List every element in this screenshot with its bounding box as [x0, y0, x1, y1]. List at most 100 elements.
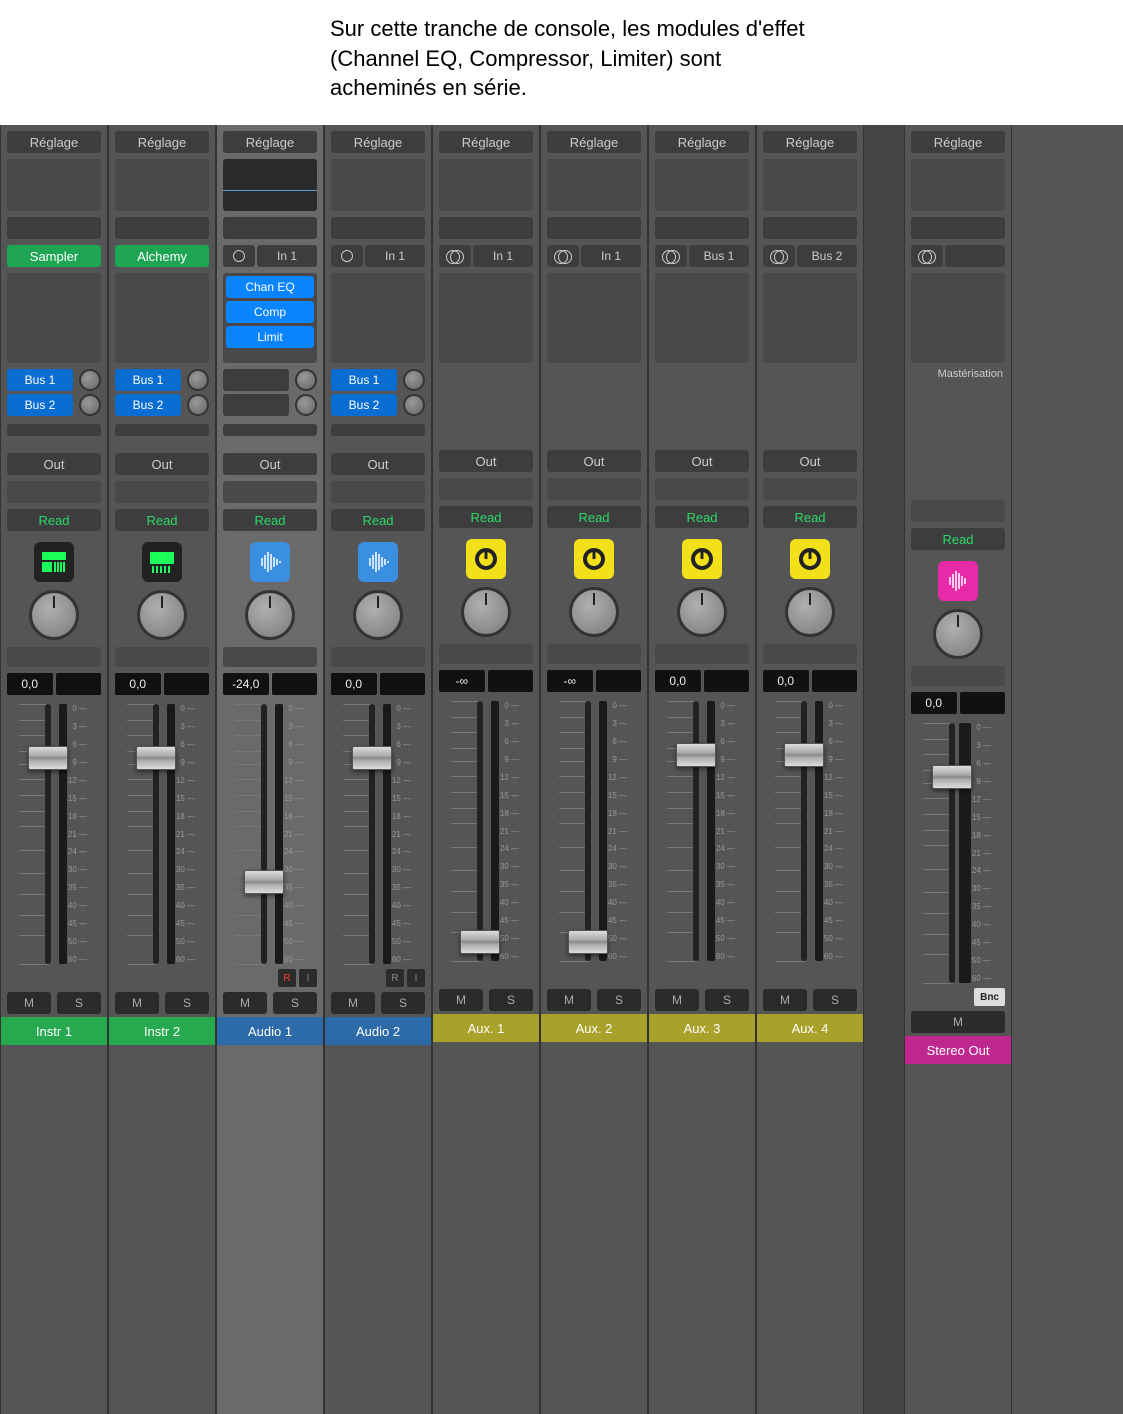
track-icon[interactable] [790, 539, 830, 579]
peak-value[interactable] [960, 692, 1006, 714]
setting-button[interactable]: Réglage [223, 131, 317, 153]
automation-mode[interactable]: Read [655, 506, 749, 528]
volume-value[interactable]: -∞ [547, 670, 593, 692]
inserts-area[interactable] [7, 273, 101, 363]
mute-button[interactable]: M [115, 992, 159, 1014]
inserts-area[interactable] [439, 273, 533, 363]
output-slot[interactable]: Out [547, 450, 641, 472]
track-name[interactable]: Aux. 2 [541, 1014, 647, 1042]
mute-button[interactable]: M [655, 989, 699, 1011]
gain-slot[interactable] [911, 217, 1005, 239]
track-icon[interactable] [358, 542, 398, 582]
mute-button[interactable]: M [547, 989, 591, 1011]
eq-thumbnail[interactable] [911, 159, 1005, 211]
setting-button[interactable]: Réglage [439, 131, 533, 153]
pan-knob[interactable] [29, 590, 79, 640]
mute-button[interactable]: M [439, 989, 483, 1011]
gain-slot[interactable] [331, 217, 425, 239]
gain-slot[interactable] [439, 217, 533, 239]
track-name[interactable]: Aux. 3 [649, 1014, 755, 1042]
track-name[interactable]: Aux. 4 [757, 1014, 863, 1042]
group-slot[interactable] [439, 478, 533, 500]
inserts-area[interactable] [655, 273, 749, 363]
output-slot[interactable]: Out [439, 450, 533, 472]
send-knob[interactable] [295, 394, 317, 416]
eq-thumbnail[interactable] [439, 159, 533, 211]
input-slot[interactable]: Bus 1 [689, 245, 749, 267]
send-knob[interactable] [79, 369, 101, 391]
eq-thumbnail[interactable] [7, 159, 101, 211]
pan-knob[interactable] [677, 587, 727, 637]
peak-value[interactable] [488, 670, 534, 692]
instrument-slot[interactable]: Alchemy [115, 245, 209, 267]
surround-slot[interactable] [7, 647, 101, 667]
gain-slot[interactable] [115, 217, 209, 239]
send-slot-empty[interactable] [115, 424, 209, 436]
pan-knob[interactable] [785, 587, 835, 637]
setting-button[interactable]: Réglage [331, 131, 425, 153]
fader-cap[interactable] [568, 930, 608, 954]
group-slot[interactable] [655, 478, 749, 500]
inserts-area[interactable] [547, 273, 641, 363]
eq-thumbnail[interactable] [331, 159, 425, 211]
pan-knob[interactable] [353, 590, 403, 640]
setting-button[interactable]: Réglage [547, 131, 641, 153]
send-slot-empty[interactable] [331, 424, 425, 436]
group-slot[interactable] [115, 481, 209, 503]
solo-button[interactable]: S [273, 992, 317, 1014]
input-format[interactable] [439, 245, 471, 267]
pan-knob[interactable] [569, 587, 619, 637]
send-knob[interactable] [403, 394, 425, 416]
eq-thumbnail[interactable] [547, 159, 641, 211]
automation-mode[interactable]: Read [547, 506, 641, 528]
volume-value[interactable]: 0,0 [331, 673, 377, 695]
input-format[interactable] [911, 245, 943, 267]
insert-plugin[interactable]: Limit [226, 326, 314, 348]
mute-button[interactable]: M [223, 992, 267, 1014]
automation-mode[interactable]: Read [115, 509, 209, 531]
surround-slot[interactable] [911, 666, 1005, 686]
pan-knob[interactable] [245, 590, 295, 640]
peak-value[interactable] [56, 673, 102, 695]
surround-slot[interactable] [223, 647, 317, 667]
setting-button[interactable]: Réglage [7, 131, 101, 153]
send-slot[interactable]: Bus 1 [331, 369, 397, 391]
gain-slot[interactable] [547, 217, 641, 239]
peak-value[interactable] [704, 670, 750, 692]
instrument-slot[interactable]: Sampler [7, 245, 101, 267]
send-slot[interactable]: Bus 1 [7, 369, 73, 391]
group-slot[interactable] [223, 481, 317, 503]
automation-mode[interactable]: Read [331, 509, 425, 531]
send-knob[interactable] [79, 394, 101, 416]
eq-thumbnail[interactable] [655, 159, 749, 211]
gain-slot[interactable] [655, 217, 749, 239]
track-icon[interactable] [682, 539, 722, 579]
track-name[interactable]: Aux. 1 [433, 1014, 539, 1042]
bounce-button[interactable]: Bnc [974, 988, 1005, 1006]
send-slot-empty[interactable] [7, 424, 101, 436]
group-slot[interactable] [7, 481, 101, 503]
automation-mode[interactable]: Read [911, 528, 1005, 550]
fader-cap[interactable] [352, 746, 392, 770]
eq-thumbnail[interactable] [223, 159, 317, 211]
insert-plugin[interactable]: Chan EQ [226, 276, 314, 298]
inserts-area[interactable] [115, 273, 209, 363]
send-slot[interactable]: Bus 2 [115, 394, 181, 416]
input-format[interactable] [763, 245, 795, 267]
output-slot[interactable]: Out [223, 453, 317, 475]
send-slot[interactable] [223, 369, 289, 391]
surround-slot[interactable] [763, 644, 857, 664]
solo-button[interactable]: S [57, 992, 101, 1014]
volume-value[interactable]: -24,0 [223, 673, 269, 695]
volume-value[interactable]: 0,0 [655, 670, 701, 692]
setting-button[interactable]: Réglage [655, 131, 749, 153]
track-icon[interactable] [938, 561, 978, 601]
eq-thumbnail[interactable] [115, 159, 209, 211]
volume-value[interactable]: -∞ [439, 670, 485, 692]
input-format[interactable] [223, 245, 255, 267]
surround-slot[interactable] [655, 644, 749, 664]
peak-value[interactable] [380, 673, 426, 695]
fader-cap[interactable] [932, 765, 972, 789]
surround-slot[interactable] [547, 644, 641, 664]
output-slot[interactable]: Out [331, 453, 425, 475]
